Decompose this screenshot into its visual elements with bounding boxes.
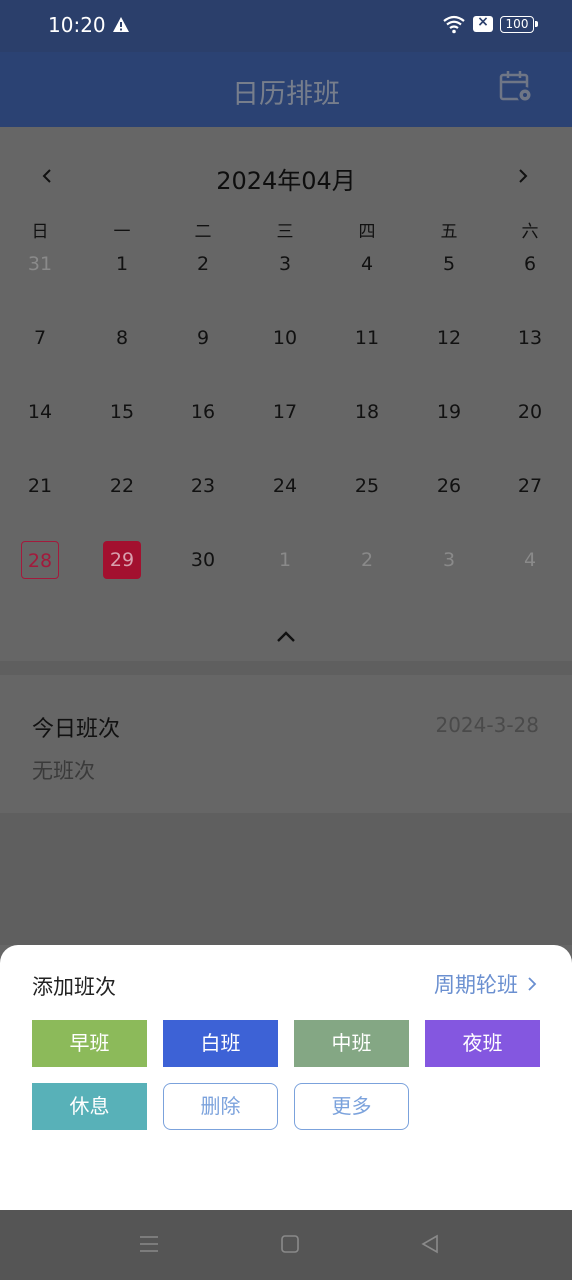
calendar-day[interactable]: 4 (500, 541, 560, 579)
calendar: 2024年04月 日 一 二 三 四 五 六 31 1 2 3 4 5 6 7 … (0, 127, 572, 661)
calendar-day[interactable]: 2 (337, 541, 397, 579)
calendar-day[interactable]: 18 (337, 393, 397, 431)
calendar-day[interactable]: 7 (10, 319, 70, 357)
weekday-label: 一 (113, 222, 131, 242)
weekday-label: 日 (31, 222, 49, 242)
calendar-day[interactable]: 10 (255, 319, 315, 357)
calendar-settings-icon[interactable] (498, 69, 536, 105)
weekday-label: 二 (194, 222, 212, 242)
calendar-day[interactable]: 13 (500, 319, 560, 357)
calendar-day-today[interactable]: 28 (21, 541, 59, 579)
shift-button-day[interactable]: 白班 (163, 1020, 278, 1067)
today-shift-date: 2024-3-28 (435, 713, 539, 737)
shift-button-middle[interactable]: 中班 (294, 1020, 409, 1067)
calendar-day[interactable]: 21 (10, 467, 70, 505)
status-bar: 10:20 × 100 (0, 0, 572, 52)
calendar-day[interactable]: 9 (173, 319, 233, 357)
calendar-day[interactable]: 14 (10, 393, 70, 431)
status-time: 10:20 (48, 13, 106, 37)
calendar-day[interactable]: 3 (419, 541, 479, 579)
calendar-day[interactable]: 15 (92, 393, 152, 431)
calendar-day[interactable]: 1 (255, 541, 315, 579)
divider (0, 661, 572, 675)
chevron-right-icon[interactable] (512, 165, 534, 187)
calendar-day[interactable]: 25 (337, 467, 397, 505)
month-title: 2024年04月 (216, 167, 356, 195)
cycle-shift-label: 周期轮班 (434, 973, 518, 997)
calendar-day[interactable]: 23 (173, 467, 233, 505)
overlay-backdrop[interactable] (0, 813, 572, 945)
calendar-day[interactable]: 6 (500, 245, 560, 283)
calendar-day[interactable]: 30 (173, 541, 233, 579)
calendar-day[interactable]: 2 (173, 245, 233, 283)
weekday-label: 五 (440, 222, 458, 242)
calendar-day[interactable]: 5 (419, 245, 479, 283)
weekday-label: 四 (358, 222, 376, 242)
more-button[interactable]: 更多 (294, 1083, 409, 1130)
calendar-day[interactable]: 22 (92, 467, 152, 505)
warning-icon (113, 17, 129, 32)
calendar-day[interactable]: 8 (92, 319, 152, 357)
calendar-day[interactable]: 4 (337, 245, 397, 283)
calendar-day[interactable]: 27 (500, 467, 560, 505)
system-nav-bar (0, 1210, 572, 1280)
calendar-day[interactable]: 26 (419, 467, 479, 505)
calendar-day[interactable]: 11 (337, 319, 397, 357)
cycle-shift-link[interactable]: 周期轮班 (434, 969, 538, 999)
chevron-right-icon (528, 977, 537, 991)
page-title: 日历排班 (232, 79, 340, 110)
calendar-day[interactable]: 1 (92, 245, 152, 283)
back-icon[interactable] (420, 1234, 440, 1254)
weekday-label: 三 (276, 222, 294, 242)
chevron-up-icon[interactable] (274, 627, 298, 647)
calendar-day[interactable]: 31 (10, 245, 70, 283)
shift-button-morning[interactable]: 早班 (32, 1020, 147, 1067)
menu-icon[interactable] (138, 1234, 160, 1254)
add-shift-sheet: 添加班次 周期轮班 早班 白班 中班 夜班 休息 删除 更多 (0, 945, 572, 1210)
delete-button[interactable]: 删除 (163, 1083, 278, 1130)
calendar-day[interactable]: 19 (419, 393, 479, 431)
shift-button-rest[interactable]: 休息 (32, 1083, 147, 1130)
sheet-title: 添加班次 (32, 975, 116, 999)
calendar-day[interactable]: 16 (173, 393, 233, 431)
today-shift-empty: 无班次 (32, 759, 95, 783)
sim-icon: × (473, 14, 493, 32)
battery-icon: 100 (500, 16, 538, 33)
calendar-day[interactable]: 3 (255, 245, 315, 283)
calendar-day[interactable]: 24 (255, 467, 315, 505)
today-shift-label: 今日班次 (32, 717, 121, 742)
calendar-day-selected[interactable]: 29 (103, 541, 141, 579)
weekday-label: 六 (521, 222, 539, 242)
home-icon[interactable] (280, 1234, 300, 1254)
today-shift-card: 今日班次 2024-3-28 无班次 (0, 675, 572, 813)
calendar-day[interactable]: 12 (419, 319, 479, 357)
shift-button-night[interactable]: 夜班 (425, 1020, 540, 1067)
wifi-icon (443, 15, 465, 34)
app-header: 日历排班 (0, 52, 572, 127)
calendar-day[interactable]: 17 (255, 393, 315, 431)
calendar-day[interactable]: 20 (500, 393, 560, 431)
